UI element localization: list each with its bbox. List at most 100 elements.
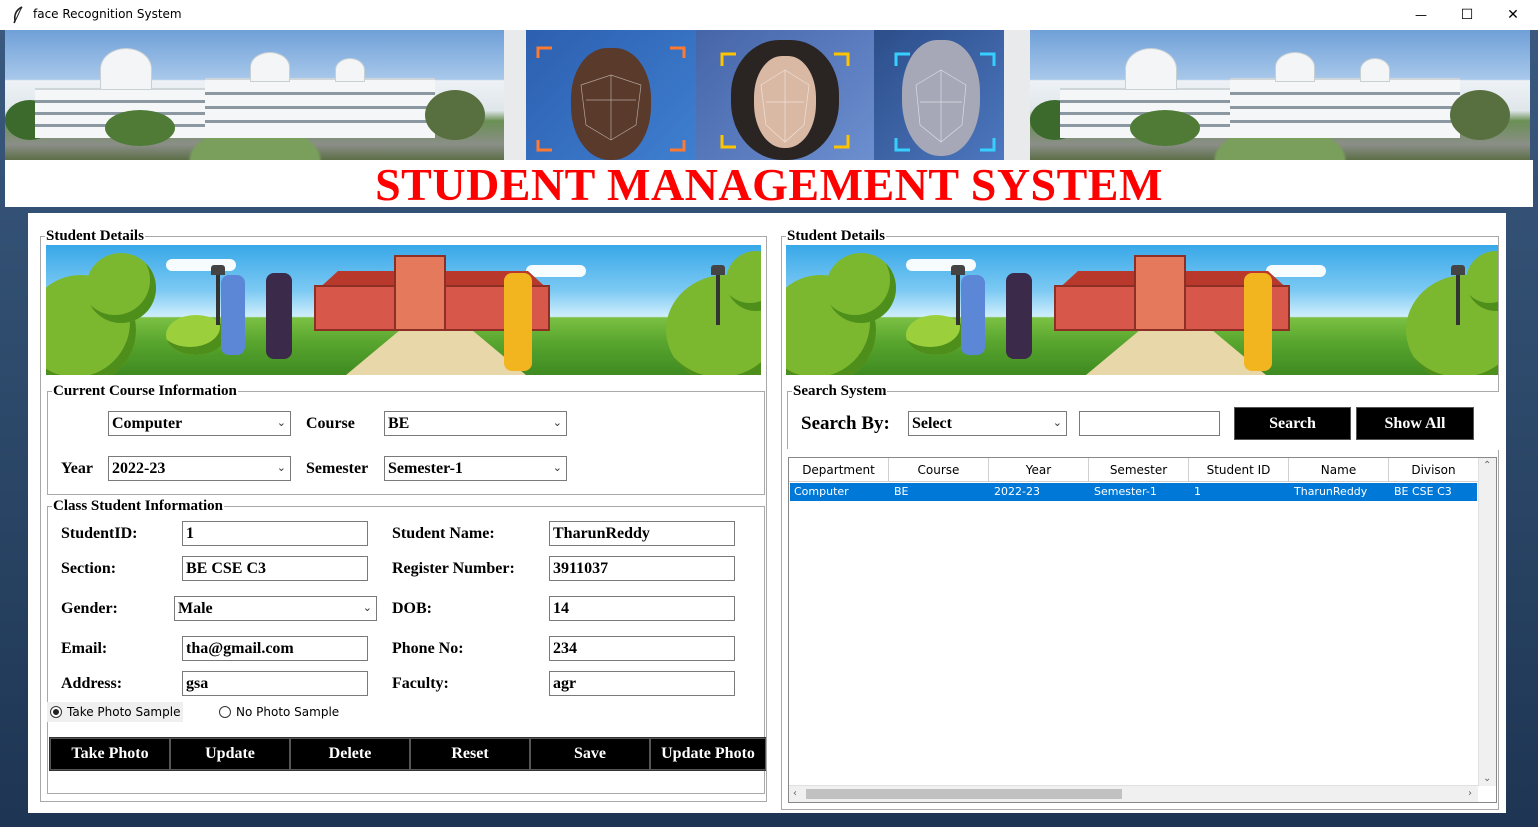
faculty-value: agr (553, 675, 577, 692)
chevron-down-icon: ⌄ (276, 416, 286, 429)
department-combobox[interactable]: Computer ⌄ (108, 411, 291, 436)
department-value: Computer (112, 415, 183, 432)
cell-course: BE (894, 485, 909, 498)
year-label: Year (61, 460, 93, 477)
dob-value: 14 (553, 600, 569, 617)
scroll-left-icon[interactable]: ‹ (793, 788, 797, 799)
email-label: Email: (61, 640, 108, 657)
column-header-department[interactable]: Department (789, 458, 889, 482)
gender-value: Male (178, 600, 213, 617)
update-button[interactable]: Update (170, 738, 290, 770)
students-banner-right (786, 245, 1498, 375)
chevron-down-icon: ⌄ (1052, 416, 1062, 429)
class-info-legend: Class Student Information (52, 498, 225, 514)
chevron-down-icon: ⌄ (552, 416, 562, 429)
student-name-input[interactable]: TharunReddy (549, 521, 735, 546)
delete-button[interactable]: Delete (290, 738, 410, 770)
student-id-label: StudentID: (61, 525, 138, 542)
campus-image-right (1030, 30, 1530, 160)
semester-combobox[interactable]: Semester-1 ⌄ (384, 456, 567, 481)
campus-image-left (5, 30, 505, 160)
dob-label: DOB: (392, 600, 432, 617)
year-combobox[interactable]: 2022-23 ⌄ (108, 456, 291, 481)
column-header-course[interactable]: Course (889, 458, 989, 482)
update-photo-button[interactable]: Update Photo (650, 738, 766, 770)
students-banner-left (46, 245, 761, 375)
dob-input[interactable]: 14 (549, 596, 735, 621)
email-input[interactable]: tha@gmail.com (182, 636, 368, 661)
gender-combobox[interactable]: Male ⌄ (174, 596, 377, 621)
page-title: STUDENT MANAGEMENT SYSTEM (375, 159, 1163, 210)
column-header-year[interactable]: Year (989, 458, 1089, 482)
course-combobox[interactable]: BE ⌄ (384, 411, 567, 436)
register-number-input[interactable]: 3911037 (549, 556, 735, 581)
address-label: Address: (61, 675, 123, 692)
faculty-input[interactable]: agr (549, 671, 735, 696)
semester-value: Semester-1 (388, 460, 463, 477)
take-photo-sample-label: Take Photo Sample (67, 705, 181, 719)
search-by-value: Select (912, 415, 952, 432)
cell-year: 2022-23 (994, 485, 1040, 498)
course-label: Course (306, 415, 355, 432)
search-by-label: Search By: (801, 413, 890, 434)
vertical-scrollbar[interactable]: ⌃ ⌄ (1478, 458, 1496, 786)
year-value: 2022-23 (112, 460, 166, 477)
no-photo-sample-radio[interactable]: No Photo Sample (216, 702, 342, 722)
student-id-value: 1 (186, 525, 194, 542)
cell-department: Computer (794, 485, 849, 498)
search-input[interactable] (1079, 411, 1220, 436)
column-header-name[interactable]: Name (1289, 458, 1389, 482)
student-name-value: TharunReddy (553, 525, 650, 542)
chevron-down-icon: ⌄ (362, 601, 372, 614)
phone-label: Phone No: (392, 640, 464, 657)
search-system-legend: Search System (792, 383, 888, 399)
phone-input[interactable]: 234 (549, 636, 735, 661)
scroll-down-icon[interactable]: ⌄ (1483, 773, 1491, 784)
minimize-button-real[interactable]: — (1398, 0, 1444, 30)
reset-button[interactable]: Reset (410, 738, 530, 770)
take-photo-sample-radio[interactable]: Take Photo Sample (47, 702, 184, 722)
save-button[interactable]: Save (530, 738, 650, 770)
take-photo-button[interactable]: Take Photo (50, 738, 170, 770)
course-info-legend: Current Course Information (52, 383, 238, 399)
no-photo-sample-label: No Photo Sample (236, 705, 340, 719)
horizontal-scrollbar[interactable]: ‹ › (789, 785, 1478, 802)
section-input[interactable]: BE CSE C3 (182, 556, 368, 581)
face-recognition-banner (504, 30, 1030, 160)
email-value: tha@gmail.com (186, 640, 294, 657)
cell-name: TharunReddy (1294, 485, 1368, 498)
course-value: BE (388, 415, 410, 432)
column-header-semester[interactable]: Semester (1089, 458, 1189, 482)
student-table[interactable]: Department Course Year Semester Student … (788, 457, 1497, 803)
scroll-up-icon[interactable]: ⌃ (1483, 460, 1491, 471)
semester-label: Semester (306, 460, 369, 477)
register-number-value: 3911037 (553, 560, 609, 577)
scroll-right-icon[interactable]: › (1468, 788, 1472, 799)
radio-unchecked-icon (219, 706, 231, 718)
student-id-input[interactable]: 1 (182, 521, 368, 546)
cell-semester: Semester-1 (1094, 485, 1157, 498)
close-button[interactable]: ✕ (1490, 0, 1536, 30)
search-button[interactable]: Search (1234, 407, 1351, 440)
search-by-combobox[interactable]: Select ⌄ (908, 411, 1067, 436)
phone-value: 234 (553, 640, 577, 657)
minimize-glyph-icon: — (1415, 8, 1427, 22)
right-student-details-legend: Student Details (786, 228, 886, 244)
chevron-down-icon: ⌄ (276, 461, 286, 474)
table-row[interactable]: Computer BE 2022-23 Semester-1 1 TharunR… (790, 483, 1477, 501)
window-titlebar: face Recognition System — (0, 0, 1538, 30)
maximize-button[interactable]: ☐ (1444, 0, 1490, 30)
show-all-button[interactable]: Show All (1356, 407, 1474, 440)
address-input[interactable]: gsa (182, 671, 368, 696)
faculty-label: Faculty: (392, 675, 449, 692)
column-header-division[interactable]: Divison (1389, 458, 1478, 482)
left-student-details-legend: Student Details (45, 228, 145, 244)
maximize-icon: ☐ (1460, 7, 1474, 23)
radio-checked-icon (50, 706, 62, 718)
column-header-student-id[interactable]: Student ID (1189, 458, 1289, 482)
window-title: face Recognition System (33, 7, 182, 21)
horizontal-scroll-thumb[interactable] (806, 789, 1122, 799)
cell-student-id: 1 (1194, 485, 1201, 498)
cell-division: BE CSE C3 (1394, 485, 1452, 498)
section-label: Section: (61, 560, 117, 577)
